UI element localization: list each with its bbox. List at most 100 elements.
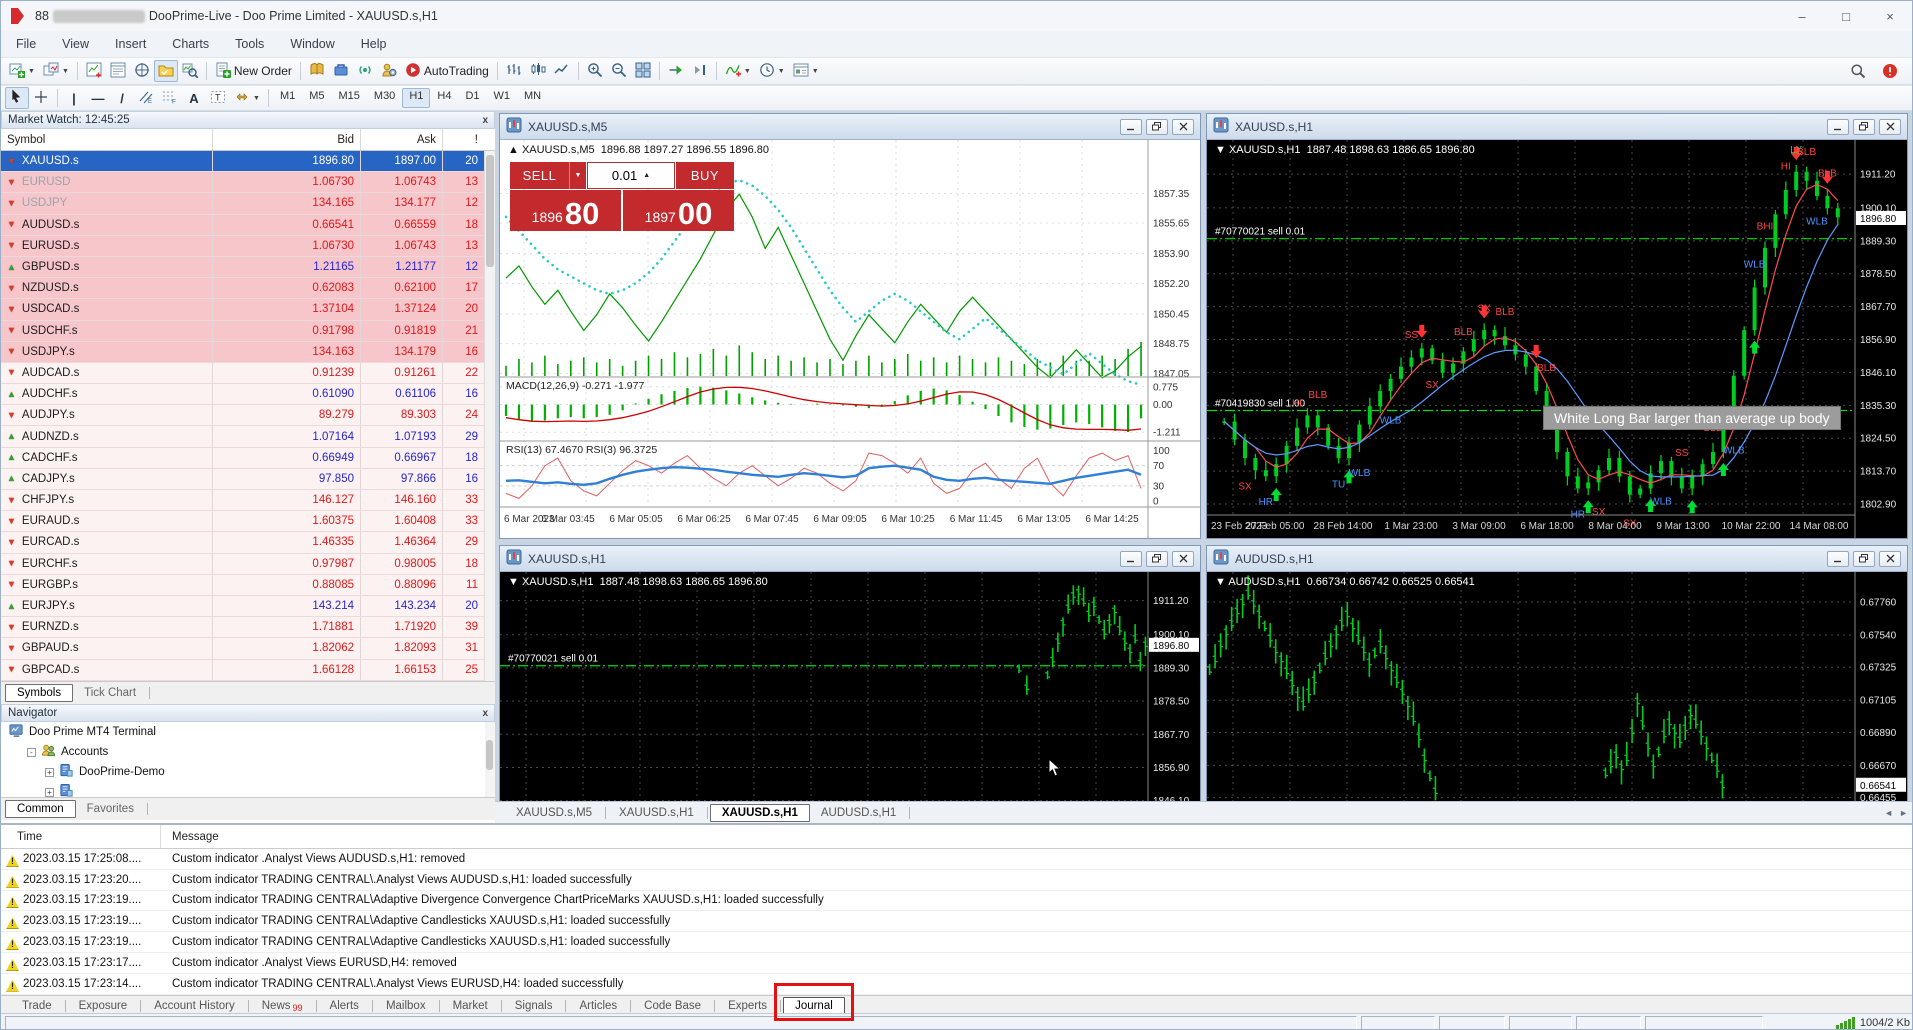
timeframe-m1[interactable]: M1	[273, 88, 302, 108]
market-watch-row[interactable]: ▼EURCHF.s0.979870.9800518	[1, 554, 484, 575]
timeframe-mn[interactable]: MN	[517, 88, 548, 108]
timeframe-m15[interactable]: M15	[332, 88, 367, 108]
arrows-dropdown[interactable]: ▼	[230, 87, 264, 109]
market-watch-row[interactable]: ▼USDJPY134.165134.17712	[1, 193, 484, 214]
chart-titlebar[interactable]: XAUUSD.s,H1	[500, 546, 1200, 572]
indicators-button[interactable]: ▼	[721, 60, 755, 82]
market-watch-scrollbar[interactable]	[484, 151, 495, 681]
timeframe-m30[interactable]: M30	[367, 88, 402, 108]
new-chart-button[interactable]: ▼	[5, 60, 39, 82]
terminal-tab-experts[interactable]: Experts	[717, 998, 778, 1014]
lot-size-input[interactable]: 0.01▲	[587, 162, 675, 189]
journal-message-column[interactable]: Message	[161, 825, 1913, 848]
terminal-tab-mailbox[interactable]: Mailbox	[375, 998, 437, 1014]
strategy-tester-toggle[interactable]	[178, 60, 202, 82]
market-watch-row[interactable]: ▼XAUUSD.s1896.801897.0020	[1, 151, 484, 172]
chart-canvas[interactable]: 1911.201900.101889.301878.501867.701856.…	[1207, 140, 1907, 538]
close-icon[interactable]: x	[482, 115, 488, 126]
chart-tab-xauusd-s-h1[interactable]: XAUUSD.s,H1	[608, 805, 705, 821]
restore-button[interactable]	[1853, 551, 1875, 567]
chart-canvas[interactable]: 1911.201900.101889.301878.501867.701856.…	[500, 572, 1200, 801]
menu-view[interactable]: View	[49, 33, 102, 55]
minimize-button[interactable]: –	[1780, 1, 1824, 31]
restore-button[interactable]	[1146, 551, 1168, 567]
expert-advisors-button[interactable]	[377, 60, 401, 82]
terminal-tab-trade[interactable]: Trade	[11, 998, 63, 1014]
tab-common[interactable]: Common	[5, 800, 76, 818]
equidistant-channel-tool[interactable]: E	[134, 87, 158, 109]
sell-options-dropdown[interactable]: ▼	[570, 162, 587, 189]
market-watch-row[interactable]: ▲AUDNZD.s1.071641.0719329	[1, 426, 484, 447]
crosshair-tool[interactable]	[29, 87, 53, 109]
market-watch-row[interactable]: ▼EURNZD.s1.718811.7192039	[1, 617, 484, 638]
minimize-button[interactable]	[1120, 551, 1142, 567]
cursor-tool[interactable]	[5, 87, 29, 109]
market-watch-row[interactable]: ▼CHFJPY.s146.127146.16033	[1, 490, 484, 511]
tab-symbols[interactable]: Symbols	[5, 684, 73, 702]
lot-increase-icon[interactable]: ▲	[643, 172, 650, 179]
close-button[interactable]	[1172, 119, 1194, 135]
timeframe-h1[interactable]: H1	[402, 88, 430, 108]
menu-help[interactable]: Help	[348, 33, 400, 55]
chart-canvas[interactable]: 0.677600.675400.673250.671050.668900.666…	[1207, 572, 1907, 801]
market-watch-row[interactable]: ▼AUDCAD.s0.912390.9126122	[1, 363, 484, 384]
terminal-tab-market[interactable]: Market	[442, 998, 499, 1014]
sell-button[interactable]: SELL	[510, 162, 570, 189]
tree-expander-icon[interactable]: +	[45, 768, 54, 777]
market-watch-row[interactable]: ▼EURCAD.s1.463351.4636429	[1, 532, 484, 553]
tree-expander-icon[interactable]: -	[27, 748, 36, 757]
tree-expander-icon[interactable]: +	[45, 788, 54, 797]
chart-titlebar[interactable]: AUDUSD.s,H1	[1207, 546, 1907, 572]
restore-button[interactable]	[1146, 119, 1168, 135]
terminal-tab-exposure[interactable]: Exposure	[68, 998, 139, 1014]
market-watch-row[interactable]: ▼GBPAUD.s1.820621.8209331	[1, 638, 484, 659]
minimize-button[interactable]	[1827, 119, 1849, 135]
market-watch-row[interactable]: ▼EURUSD.s1.067301.0674313	[1, 236, 484, 257]
market-watch-row[interactable]: ▲AUDCHF.s0.610900.6110616	[1, 384, 484, 405]
market-watch-row[interactable]: ▼EURGBP.s0.880850.8809611	[1, 575, 484, 596]
close-button[interactable]	[1172, 551, 1194, 567]
market-watch-row[interactable]: ▼AUDJPY.s89.27989.30324	[1, 405, 484, 426]
terminal-tab-account-history[interactable]: Account History	[143, 998, 246, 1014]
terminal-tab-signals[interactable]: Signals	[504, 998, 564, 1014]
timeframe-h4[interactable]: H4	[430, 88, 458, 108]
scroll-right-icon[interactable]: ►	[1899, 808, 1908, 818]
menu-tools[interactable]: Tools	[222, 33, 277, 55]
zoom-out-button[interactable]	[607, 60, 631, 82]
journal-time-column[interactable]: Time	[1, 825, 161, 848]
terminal-tab-code-base[interactable]: Code Base	[633, 998, 712, 1014]
vertical-line-tool[interactable]: |	[62, 87, 86, 109]
bar-chart-button[interactable]	[502, 60, 526, 82]
market-watch-row[interactable]: ▼EURUSD1.067301.0674313	[1, 172, 484, 193]
auto-scroll-toggle[interactable]	[664, 60, 688, 82]
chart-tab-xauusd-s-h1[interactable]: XAUUSD.s,H1	[710, 804, 810, 822]
trendline-tool[interactable]: /	[110, 87, 134, 109]
terminal-tab-articles[interactable]: Articles	[568, 998, 628, 1014]
scroll-left-icon[interactable]: ◄	[1884, 808, 1893, 818]
market-watch-row[interactable]: ▲GBPUSD.s1.211651.2117712	[1, 257, 484, 278]
menu-window[interactable]: Window	[277, 33, 347, 55]
close-icon[interactable]: x	[482, 708, 488, 719]
column-header-ask[interactable]: Ask	[361, 129, 443, 150]
tile-windows-button[interactable]	[631, 60, 655, 82]
search-button[interactable]	[1846, 60, 1870, 82]
timeframe-m5[interactable]: M5	[302, 88, 331, 108]
menu-insert[interactable]: Insert	[102, 33, 159, 55]
chart-titlebar[interactable]: XAUUSD.s,H1	[1207, 114, 1907, 140]
navigator-item-dooprime-demo[interactable]: +DooPrime-Demo	[1, 762, 495, 782]
terminal-tab-alerts[interactable]: Alerts	[319, 998, 370, 1014]
horizontal-line-tool[interactable]: —	[86, 87, 110, 109]
timeframe-w1[interactable]: W1	[487, 88, 518, 108]
navigator-item-doo-prime-mt4-terminal[interactable]: Doo Prime MT4 Terminal	[1, 722, 495, 742]
column-header-bid[interactable]: Bid	[213, 129, 361, 150]
metaeditor-button[interactable]	[305, 60, 329, 82]
maximize-button[interactable]: □	[1824, 1, 1868, 31]
navigator-item[interactable]: +	[1, 782, 495, 797]
data-window-toggle[interactable]	[106, 60, 130, 82]
chart-shift-toggle[interactable]	[688, 60, 712, 82]
tab-tick-chart[interactable]: Tick Chart	[73, 685, 147, 701]
notifications-button[interactable]	[1878, 60, 1902, 82]
minimize-button[interactable]	[1827, 551, 1849, 567]
menu-charts[interactable]: Charts	[159, 33, 222, 55]
column-header-symbol[interactable]: Symbol	[1, 129, 213, 150]
